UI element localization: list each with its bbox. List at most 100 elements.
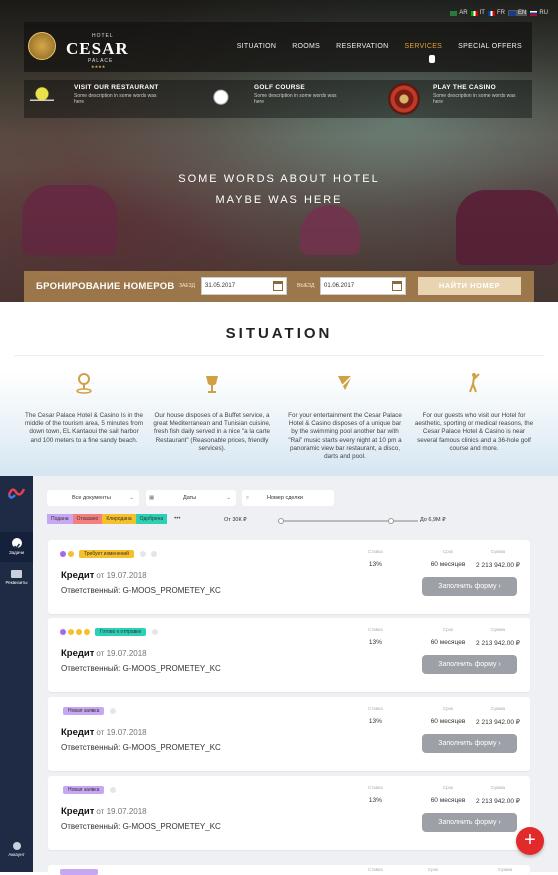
term-header: Срок bbox=[428, 867, 438, 872]
situation-text: Our house disposes of a Buffet service, … bbox=[153, 412, 271, 452]
lang-ru[interactable]: RU bbox=[530, 10, 548, 16]
deal-responsible: Ответственный: G-MOOS_PROMETEY_KC bbox=[61, 743, 221, 752]
rate-value: 13% bbox=[368, 797, 382, 804]
nav-situation[interactable]: SITUATION bbox=[237, 43, 277, 50]
sum-value: 2 213 942.00 ₽ bbox=[476, 719, 520, 726]
situation-text: For our guests who visit our Hotel for a… bbox=[414, 412, 534, 452]
deal-date: от 19.07.2018 bbox=[96, 649, 147, 658]
feature-restaurant[interactable]: VISIT OUR RESTAURANT Some description in… bbox=[74, 84, 164, 105]
progress-dot-icon bbox=[139, 551, 146, 557]
lang-en[interactable]: EN bbox=[507, 10, 528, 16]
restaurant-icon bbox=[203, 372, 221, 394]
entertainment-icon bbox=[336, 372, 354, 394]
deal-type: Кредит bbox=[61, 727, 95, 738]
status-badge: Готово к отправке bbox=[95, 628, 147, 636]
range-track[interactable] bbox=[278, 518, 418, 524]
hero-subheading: MAYBE WAS HERE bbox=[215, 194, 343, 206]
deal-card[interactable]: Требует изменений Кредит от 19.07.2018 От… bbox=[48, 540, 530, 614]
range-thumb-max[interactable] bbox=[388, 518, 394, 524]
fill-form-button[interactable]: Заполнить форму › bbox=[422, 813, 517, 832]
sum-header: Сумма bbox=[490, 706, 506, 711]
sum-header: Сумма bbox=[490, 627, 506, 632]
find-room-button[interactable]: НАЙТИ НОМЕР bbox=[418, 277, 521, 295]
deal-type: Кредит bbox=[61, 806, 95, 817]
deal-type: Кредит bbox=[61, 648, 95, 659]
status-chip-approved[interactable]: Одобрена bbox=[135, 514, 168, 524]
status-chip-rejected[interactable]: Отказано bbox=[72, 514, 103, 524]
dates-select[interactable]: ▦ Даты ⌄ bbox=[146, 490, 236, 506]
roulette-icon bbox=[388, 83, 420, 115]
deal-responsible: Ответственный: G-MOOS_PROMETEY_KC bbox=[61, 664, 221, 673]
progress-dot-icon bbox=[68, 629, 74, 635]
status-badge: Требует изменений bbox=[79, 550, 134, 558]
deal-date: от 19.07.2018 bbox=[96, 571, 147, 580]
status-chip-submitted[interactable]: Подана bbox=[47, 514, 73, 524]
deal-search-input[interactable]: ⌕ Номер сделки bbox=[242, 490, 334, 506]
deal-title: Кредит от 19.07.2018 bbox=[61, 727, 147, 738]
feature-strip: VISIT OUR RESTAURANT Some description in… bbox=[24, 80, 532, 118]
checkout-input[interactable]: 01.06.2017 bbox=[320, 277, 406, 295]
fill-form-button[interactable]: Заполнить форму › bbox=[422, 577, 517, 596]
chevron-right-icon: › bbox=[498, 740, 501, 747]
deal-card[interactable]: Новая заявка Кредит от 19.07.2018 Ответст… bbox=[48, 697, 530, 771]
sidebar-item-account[interactable]: Аккаунт bbox=[0, 842, 33, 857]
sidebar-label: Задачи bbox=[8, 550, 25, 555]
checkin-label: ЗАЕЗД bbox=[179, 283, 195, 289]
card-status: Новая заявка bbox=[60, 707, 117, 715]
sidebar-item-requisites[interactable]: Реквизиты bbox=[0, 570, 33, 585]
chevron-right-icon: › bbox=[498, 661, 501, 668]
rate-header: Ставка bbox=[368, 549, 383, 554]
feature-title: VISIT OUR RESTAURANT bbox=[74, 84, 159, 91]
more-chips-icon[interactable]: ••• bbox=[170, 514, 184, 524]
deal-card[interactable]: Новая заявка Кредит от 19.07.2018 Ответст… bbox=[48, 776, 530, 850]
progress-dot-icon bbox=[84, 629, 90, 635]
app-logo-icon[interactable] bbox=[7, 484, 26, 501]
fill-form-button[interactable]: Заполнить форму › bbox=[422, 655, 517, 674]
lang-fr[interactable]: FR bbox=[487, 10, 505, 16]
situation-column: For your entertainment the Cesar Palace … bbox=[285, 372, 405, 461]
feature-casino[interactable]: PLAY THE CASINO Some description in some… bbox=[433, 84, 523, 105]
hotel-logo[interactable]: HOTEL CESAR PALACE ★★★★ bbox=[28, 30, 128, 69]
rate-cell: Ставка 13% bbox=[368, 627, 383, 646]
search-icon: ⌕ bbox=[246, 495, 250, 501]
feature-desc: Some description in some words was here bbox=[74, 93, 157, 105]
search-placeholder: Номер сделки bbox=[267, 495, 303, 501]
nav-services[interactable]: SERVICES bbox=[404, 43, 442, 50]
calendar-icon[interactable] bbox=[392, 281, 402, 291]
deal-date: от 19.07.2018 bbox=[96, 807, 147, 816]
feature-title: PLAY THE CASINO bbox=[433, 84, 497, 91]
deal-responsible: Ответственный: G-MOOS_PROMETEY_KC bbox=[61, 586, 221, 595]
lang-ar[interactable]: AR bbox=[450, 10, 468, 16]
deal-title: Кредит от 19.07.2018 bbox=[61, 806, 147, 817]
feature-golf[interactable]: GOLF COURSE Some description in some wor… bbox=[254, 84, 344, 105]
rate-header: Ставка bbox=[368, 706, 383, 711]
progress-dot-icon bbox=[110, 787, 117, 793]
deal-card[interactable]: Готово к отправке Кредит от 19.07.2018 От… bbox=[48, 618, 530, 692]
user-icon bbox=[12, 842, 21, 850]
progress-dot-icon bbox=[76, 629, 82, 635]
fill-form-label: Заполнить форму bbox=[438, 661, 497, 668]
sidebar-label: Реквизиты bbox=[5, 580, 28, 585]
calendar-icon[interactable] bbox=[273, 281, 283, 291]
divider bbox=[14, 355, 544, 356]
nav-reservation[interactable]: RESERVATION bbox=[336, 43, 388, 50]
range-thumb-min[interactable] bbox=[278, 518, 284, 524]
sidebar-item-tasks[interactable]: Задачи bbox=[0, 532, 33, 562]
documents-select-value: Все документы bbox=[72, 495, 111, 501]
status-chip-cleared[interactable]: Клиродана bbox=[102, 514, 136, 524]
nav-special-offers[interactable]: SPECIAL OFFERS bbox=[458, 43, 522, 50]
deal-date: от 19.07.2018 bbox=[96, 728, 147, 737]
documents-select[interactable]: Все документы ⌄ bbox=[47, 490, 139, 506]
checkin-input[interactable]: 31.05.2017 bbox=[201, 277, 287, 295]
status-badge bbox=[60, 869, 98, 875]
booking-bar: БРОНИРОВАНИЕ НОМЕРОВ ЗАЕЗД 31.05.2017 ВЫ… bbox=[24, 271, 534, 302]
nav-rooms[interactable]: ROOMS bbox=[292, 43, 320, 50]
situation-text: For your entertainment the Cesar Palace … bbox=[288, 412, 402, 460]
fill-form-button[interactable]: Заполнить форму › bbox=[422, 734, 517, 753]
rate-header: Ставка bbox=[368, 627, 383, 632]
id-card-icon bbox=[11, 570, 22, 578]
status-badge: Новая заявка bbox=[63, 707, 105, 715]
lang-it[interactable]: IT bbox=[470, 10, 485, 16]
add-deal-button[interactable]: + bbox=[516, 827, 544, 855]
progress-dot-icon bbox=[150, 551, 157, 557]
